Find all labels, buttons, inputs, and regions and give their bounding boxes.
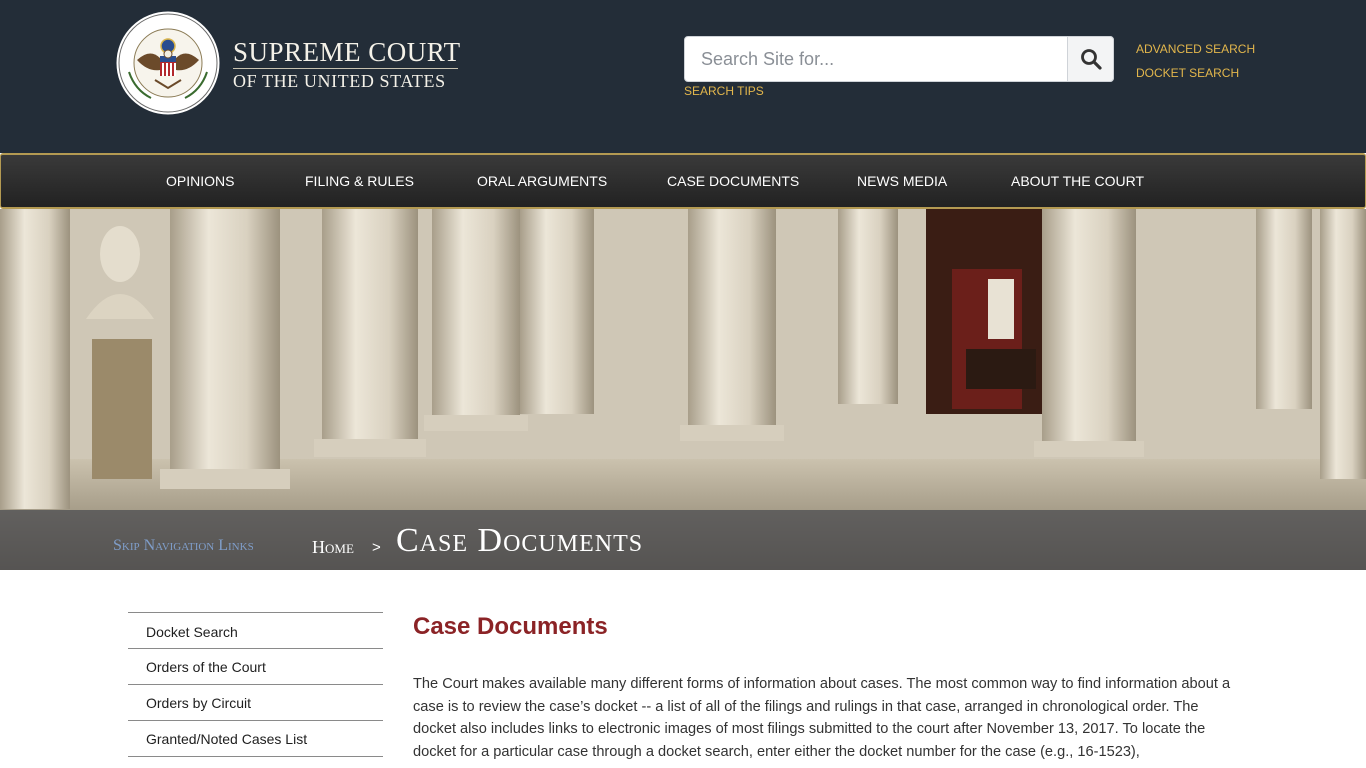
search-tips-link[interactable]: SEARCH TIPS [684,84,764,98]
nav-news-media[interactable]: NEWS MEDIA [857,173,947,189]
sidebar-item-docket-search[interactable]: Docket Search [128,613,383,649]
search-icon [1080,49,1102,70]
advanced-search-link[interactable]: ADVANCED SEARCH [1136,42,1255,56]
sidebar-item-granted-noted-cases-list[interactable]: Granted/Noted Cases List [128,721,383,757]
sidebar-item-orders-by-circuit[interactable]: Orders by Circuit [128,685,383,721]
skip-navigation-links-image[interactable]: Skip Navigation Links [113,537,254,555]
sidebar-item-orders-of-the-court[interactable]: Orders of the Court [128,649,383,685]
site-brand[interactable]: SUPREME COURT OF THE UNITED STATES [233,37,461,91]
hero-banner: Skip Navigation Links Home > Case Docume… [0,209,1366,570]
breadcrumb-home-link[interactable]: Home [312,537,354,558]
site-header: SUPREME COURT OF THE UNITED STATES SEARC… [0,0,1366,153]
brand-divider [233,68,458,69]
nav-opinions[interactable]: OPINIONS [166,173,234,189]
search-button[interactable] [1067,36,1114,82]
content-paragraph: The Court makes available many different… [413,676,1231,760]
search-input[interactable] [685,37,1067,81]
breadcrumb-current-page: Case Documents [396,522,644,559]
sidebar-menu: Docket Search Orders of the Court Orders… [128,612,383,757]
nav-about-the-court[interactable]: ABOUT THE COURT [1011,173,1144,189]
breadcrumb-separator: > [372,539,381,556]
nav-filing-rules[interactable]: FILING & RULES [305,173,414,189]
docket-search-link[interactable]: DOCKET SEARCH [1136,66,1239,80]
nav-oral-arguments[interactable]: ORAL ARGUMENTS [477,173,607,189]
brand-line-2: OF THE UNITED STATES [233,71,446,91]
nav-case-documents[interactable]: CASE DOCUMENTS [667,173,799,189]
supreme-court-seal-logo[interactable] [115,10,221,116]
page-title: Case Documents [413,613,608,640]
brand-line-1: SUPREME COURT [233,37,461,67]
search-box [684,36,1114,82]
main-nav: OPINIONS FILING & RULES ORAL ARGUMENTS C… [0,153,1366,209]
